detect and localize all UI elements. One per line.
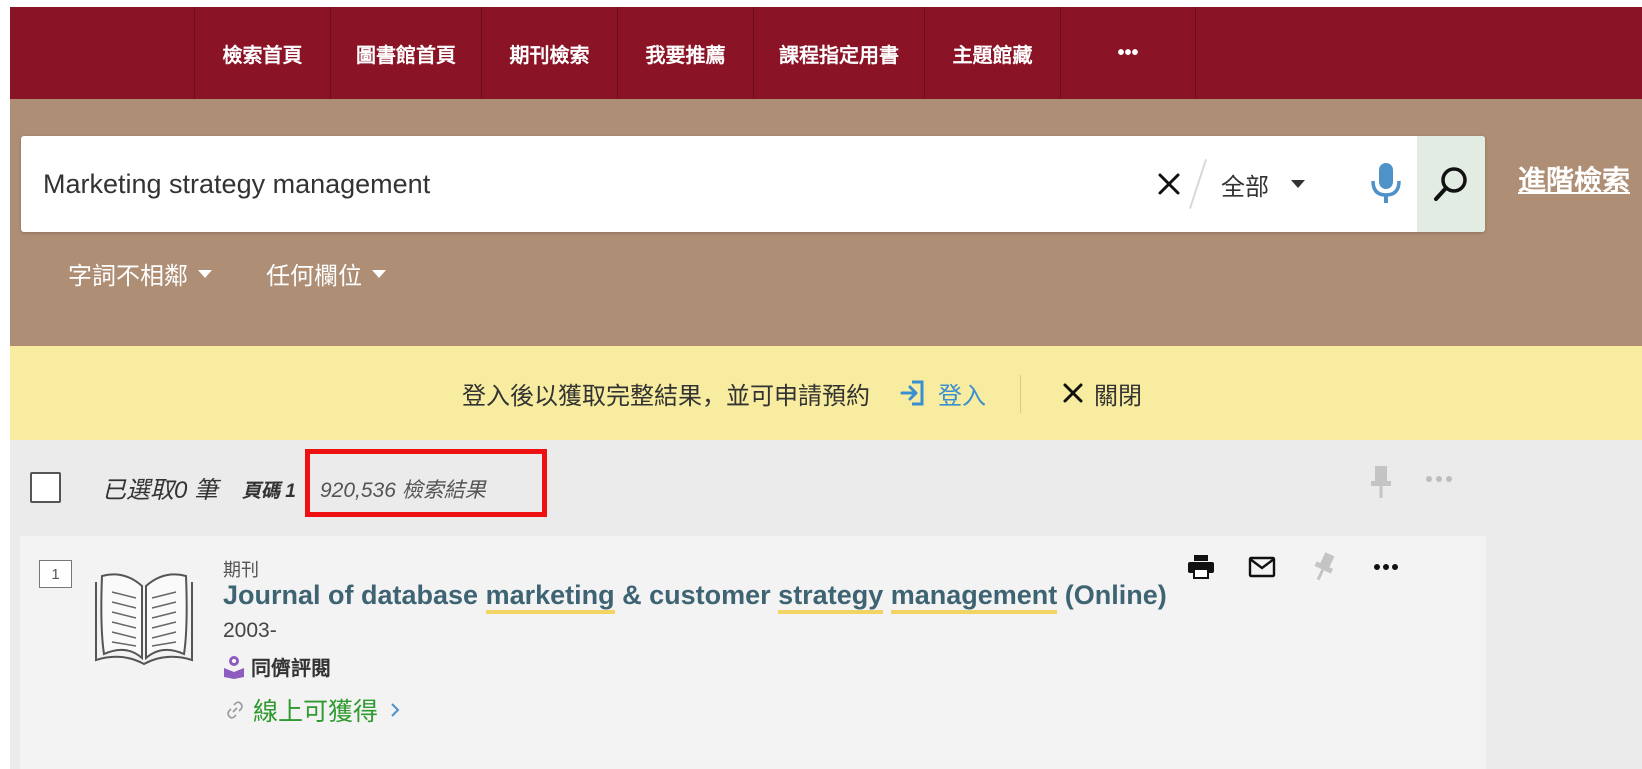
record-title-link[interactable]: Journal of database marketing & customer… [223,580,1167,614]
close-icon [1063,383,1083,403]
search-band: 全部 進階檢索 字詞不相鄰 任何欄位 [10,99,1642,346]
pin-results-button[interactable] [1368,464,1394,505]
primo-search-page: 檢索首頁 圖書館首頁 期刊檢索 我要推薦 課程指定用書 主題館藏 ••• 全部 [10,7,1642,769]
selected-count: 已選取0 筆 [102,477,219,504]
chevron-right-icon [391,703,400,717]
search-divider [1189,158,1207,210]
search-input[interactable] [43,136,1143,232]
results-toolbar: 已選取0 筆 頁碼 1 920,536 檢索結果 [10,440,1642,536]
nav-item-course-reserves[interactable]: 課程指定用書 [753,7,924,99]
title-highlighted-term: management [890,580,1058,614]
caret-down-icon [1291,180,1305,188]
login-button[interactable]: 登入 [900,346,986,440]
result-record-card[interactable]: 1 期刊 Journal of database marketing & cus… [20,536,1486,769]
online-availability-link[interactable]: 線上可獲得 [225,692,400,728]
caret-down-icon [372,269,386,278]
nav-item-recommend[interactable]: 我要推薦 [617,7,753,99]
login-banner: 登入後以獲取完整結果，並可申請預約 登入 關閉 [10,346,1642,440]
search-scope-label: 全部 [1221,173,1269,201]
nav-item-search-home[interactable]: 檢索首頁 [194,7,330,99]
caret-down-icon [198,269,212,278]
title-text-segment: Journal of database [223,580,486,610]
close-icon [1158,173,1180,195]
title-text-segment: (Online) [1057,580,1167,610]
microphone-icon [1371,163,1401,203]
search-scope-dropdown[interactable]: 全部 [1221,136,1331,232]
sign-in-icon [900,380,924,406]
title-highlighted-term: marketing [485,580,615,614]
proximity-filter-dropdown[interactable]: 字詞不相鄰 [68,256,212,291]
peer-reviewed-badge: 同儕評閱 [223,652,331,681]
email-button[interactable] [1244,552,1280,582]
pin-record-button[interactable] [1306,552,1342,582]
open-book-icon [92,558,196,673]
more-icon [1374,564,1398,570]
record-number: 1 [39,560,72,588]
pin-icon [1371,466,1391,498]
record-more-button[interactable] [1368,552,1404,582]
nav-item-subject-collections[interactable]: 主題館藏 [924,7,1060,99]
peer-review-icon [224,655,244,679]
login-label: 登入 [938,382,986,410]
annotation-highlight-box [305,449,547,517]
close-banner-button[interactable]: 關閉 [1062,346,1142,440]
clear-search-button[interactable] [1149,164,1189,204]
title-text-segment [883,580,891,610]
nav-item-journal-search[interactable]: 期刊檢索 [481,7,617,99]
banner-divider [1020,375,1021,413]
advanced-search-link[interactable]: 進階檢索 [1518,159,1630,199]
close-label: 關閉 [1094,382,1142,410]
title-text-segment: & customer [614,580,779,610]
search-submit-button[interactable] [1417,136,1485,232]
voice-search-button[interactable] [1361,156,1411,212]
print-icon [1188,555,1214,579]
top-nav-bar: 檢索首頁 圖書館首頁 期刊檢索 我要推薦 課程指定用書 主題館藏 ••• [10,7,1642,99]
print-button[interactable] [1183,552,1219,582]
search-icon [1434,167,1467,201]
results-more-button[interactable] [1425,470,1453,488]
more-icon [1426,476,1452,482]
page-number: 頁碼 1 [242,481,296,502]
select-all-checkbox[interactable] [30,472,61,503]
link-icon [227,701,243,719]
login-banner-message: 登入後以獲取完整結果，並可申請預約 [462,382,870,410]
record-type: 期刊 [223,560,259,580]
availability-label: 線上可獲得 [253,698,379,726]
mail-icon [1248,556,1276,578]
field-filter-dropdown[interactable]: 任何欄位 [266,256,386,291]
field-filter-label: 任何欄位 [266,263,362,290]
title-highlighted-term: strategy [778,580,884,614]
record-year: 2003- [223,619,277,642]
proximity-filter-label: 字詞不相鄰 [68,263,188,290]
search-box: 全部 [21,136,1485,232]
nav-more-button[interactable]: ••• [1060,7,1196,99]
nav-item-library-home[interactable]: 圖書館首頁 [330,7,481,99]
pin-icon [1314,552,1335,581]
peer-reviewed-label: 同儕評閱 [251,658,331,680]
